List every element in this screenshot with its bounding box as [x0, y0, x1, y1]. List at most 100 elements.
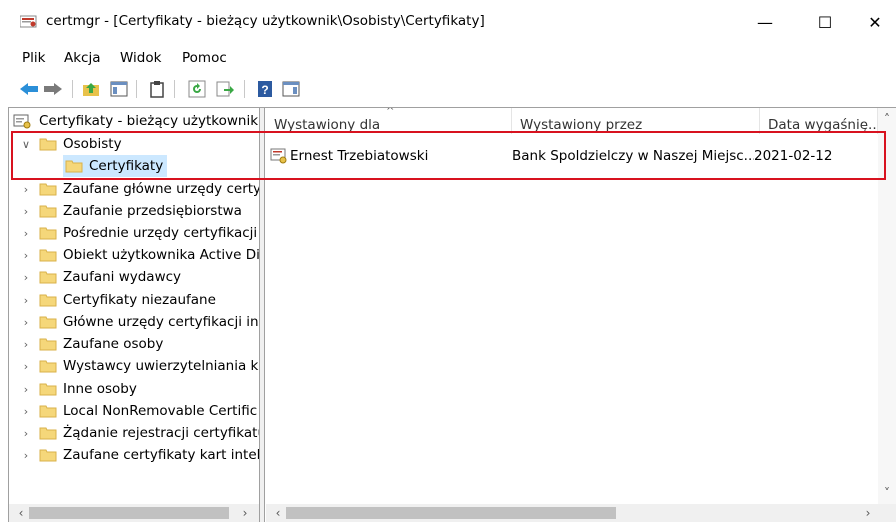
chevron-right-icon[interactable]: ›: [19, 205, 33, 218]
certificate-store-icon: [13, 114, 31, 129]
help-button[interactable]: ?: [254, 78, 276, 100]
minimize-button[interactable]: —: [742, 8, 788, 36]
tree-item-label: Certyfikaty: [89, 158, 164, 174]
column-header-label: Wystawiony przez: [520, 117, 643, 133]
tree-item-posrednie[interactable]: › Pośrednie urzędy certyfikacji: [19, 222, 257, 244]
chevron-down-icon[interactable]: ∨: [19, 138, 33, 151]
chevron-right-icon[interactable]: ›: [19, 183, 33, 196]
chevron-right-icon[interactable]: ›: [19, 249, 33, 262]
tree-root-label: Certyfikaty - bieżący użytkownik: [39, 113, 259, 129]
up-level-button[interactable]: [80, 78, 102, 100]
tree-item-label: Zaufani wydawcy: [63, 269, 182, 285]
tree-item-label: Inne osoby: [63, 381, 137, 397]
chevron-up-icon[interactable]: ˄: [879, 110, 895, 128]
tree-item-zaufani-wydawcy[interactable]: › Zaufani wydawcy: [19, 266, 181, 288]
chevron-right-icon[interactable]: ›: [237, 504, 253, 522]
menu-akcja[interactable]: Akcja: [64, 50, 101, 66]
properties-button[interactable]: [146, 78, 168, 100]
arrow-left-icon: [20, 83, 38, 95]
chevron-down-icon[interactable]: ˅: [879, 484, 895, 502]
chevron-right-icon[interactable]: ›: [19, 271, 33, 284]
scroll-thumb[interactable]: [29, 507, 229, 519]
column-header-label: Wystawiony dla: [274, 117, 381, 133]
menu-widok[interactable]: Widok: [120, 50, 161, 66]
refresh-icon: [188, 80, 206, 98]
menu-plik[interactable]: Plik: [22, 50, 45, 66]
folder-icon: [39, 427, 57, 440]
chevron-left-icon[interactable]: ‹: [270, 504, 286, 522]
scroll-thumb[interactable]: [286, 507, 616, 519]
tree-item-label: Żądanie rejestracji certyfikatu: [63, 425, 260, 441]
tree-item-glowne-urzedy[interactable]: › Główne urzędy certyfikacji in: [19, 311, 259, 333]
folder-icon: [39, 316, 57, 329]
folder-icon: [39, 138, 57, 151]
table-row[interactable]: Ernest Trzebiatowski Bank Spoldzielczy w…: [266, 144, 896, 168]
chevron-right-icon[interactable]: ›: [19, 338, 33, 351]
folder-icon: [39, 227, 57, 240]
action-pane-icon: [282, 81, 300, 97]
chevron-right-icon[interactable]: ›: [860, 504, 876, 522]
toolbar: ?: [0, 74, 896, 104]
tree-item-zaufane-glowne[interactable]: › Zaufane główne urzędy certy: [19, 178, 259, 200]
tree-item-local-nonremovable[interactable]: › Local NonRemovable Certific: [19, 400, 257, 422]
tree-item-label: Główne urzędy certyfikacji in: [63, 314, 259, 330]
tree-item-osobisty[interactable]: ∨ Osobisty: [19, 133, 122, 155]
refresh-button[interactable]: [186, 78, 208, 100]
folder-icon: [39, 383, 57, 396]
toolbar-separator: [72, 80, 73, 98]
chevron-right-icon[interactable]: ›: [19, 227, 33, 240]
chevron-right-icon[interactable]: ›: [19, 405, 33, 418]
chevron-right-icon[interactable]: ›: [19, 360, 33, 373]
chevron-right-icon[interactable]: ›: [19, 316, 33, 329]
chevron-left-icon[interactable]: ‹: [13, 504, 29, 522]
tree-item-zadanie-rejestracji[interactable]: › Żądanie rejestracji certyfikatu: [19, 422, 260, 444]
chevron-right-icon[interactable]: ›: [19, 294, 33, 307]
column-header-issued-by[interactable]: Wystawiony przez: [512, 108, 760, 134]
menu-pomoc[interactable]: Pomoc: [182, 50, 227, 66]
folder-icon: [39, 360, 57, 373]
tree-item-certyfikaty-niezaufane[interactable]: › Certyfikaty niezaufane: [19, 289, 216, 311]
tree-item-obiekt-uzytkownika[interactable]: › Obiekt użytkownika Active Di: [19, 244, 260, 266]
tree-item-zaufane-osoby[interactable]: › Zaufane osoby: [19, 333, 164, 355]
show-hide-tree-button[interactable]: [108, 78, 130, 100]
export-icon: [216, 81, 234, 97]
tree-horizontal-scrollbar[interactable]: ‹ ›: [9, 504, 259, 522]
maximize-button[interactable]: ☐: [802, 8, 848, 36]
console-tree-icon: [110, 81, 128, 97]
cell-expiration: 2021-02-12: [754, 148, 833, 164]
tree-item-label: Local NonRemovable Certific: [63, 403, 258, 419]
tree-item-certyfikaty[interactable]: Certyfikaty: [63, 155, 168, 177]
window-title: certmgr - [Certyfikaty - bieżący użytkow…: [46, 13, 485, 29]
tree-item-zaufane-karty[interactable]: › Zaufane certyfikaty kart inteli: [19, 444, 259, 466]
chevron-right-icon[interactable]: ›: [19, 427, 33, 440]
help-icon: ?: [258, 81, 272, 97]
menu-bar: Plik Akcja Widok Pomoc: [0, 44, 896, 70]
export-list-button[interactable]: [214, 78, 236, 100]
tree-root[interactable]: Certyfikaty - bieżący użytkownik: [13, 110, 258, 132]
column-header-issued-to[interactable]: ^ Wystawiony dla: [266, 108, 512, 134]
folder-icon: [39, 205, 57, 218]
forward-button[interactable]: [42, 78, 64, 100]
close-button[interactable]: ✕: [852, 8, 896, 36]
tree-item-label: Zaufane osoby: [63, 336, 164, 352]
tree-item-label: Wystawcy uwierzytelniania kl: [63, 358, 260, 374]
list-vertical-scrollbar[interactable]: ˄ ˅: [878, 108, 896, 504]
back-button[interactable]: [18, 78, 40, 100]
title-bar: certmgr - [Certyfikaty - bieżący użytkow…: [0, 0, 896, 40]
folder-icon: [39, 249, 57, 262]
folder-icon: [39, 183, 57, 196]
pane-splitter[interactable]: [260, 108, 265, 522]
tree-item-inne-osoby[interactable]: › Inne osoby: [19, 378, 137, 400]
main-frame: Certyfikaty - bieżący użytkownik ∨ Osobi…: [8, 107, 896, 522]
tree-item-wystawcy[interactable]: › Wystawcy uwierzytelniania kl: [19, 355, 260, 377]
folder-icon: [39, 449, 57, 462]
tree-item-zaufanie-przedsiebiorstwa[interactable]: › Zaufanie przedsiębiorstwa: [19, 200, 242, 222]
action-pane-button[interactable]: [280, 78, 302, 100]
chevron-right-icon[interactable]: ›: [19, 383, 33, 396]
column-header-expiration[interactable]: Data wygaśnię...: [760, 108, 878, 134]
arrow-right-icon: [44, 83, 62, 95]
folder-icon: [39, 271, 57, 284]
tree-item-label: Obiekt użytkownika Active Di: [63, 247, 260, 263]
list-horizontal-scrollbar[interactable]: ‹ ›: [266, 504, 896, 522]
chevron-right-icon[interactable]: ›: [19, 449, 33, 462]
